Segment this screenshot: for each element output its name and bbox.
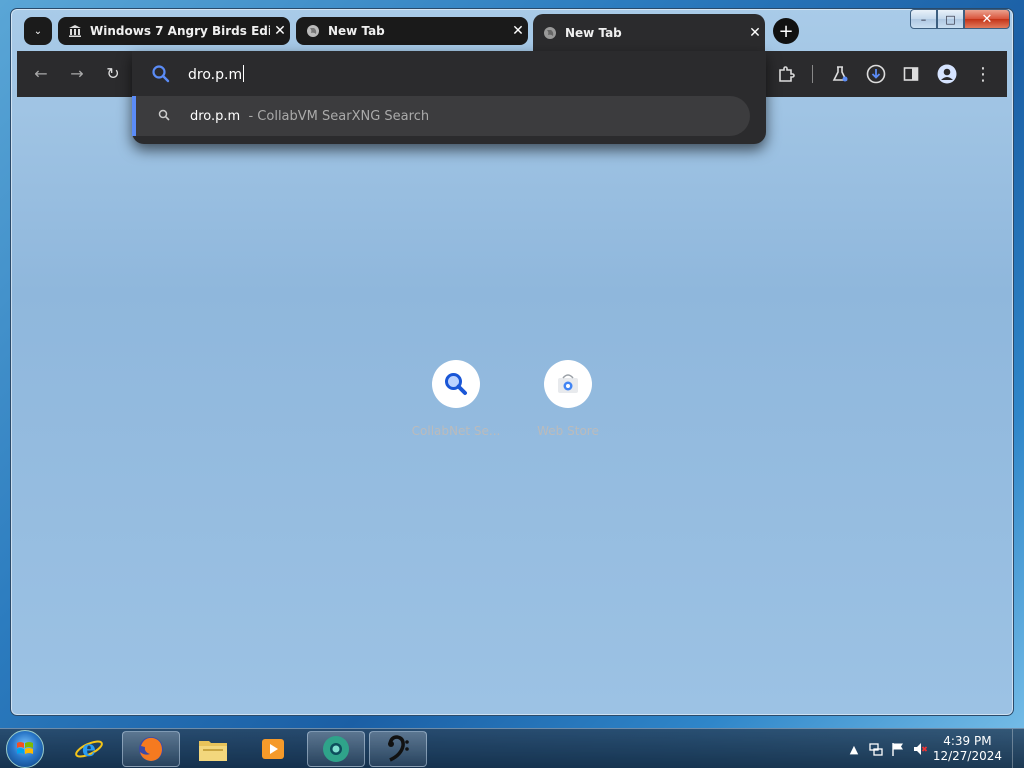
taskbar-firefox[interactable] [122,731,180,767]
tab-strip: ⌄ Windows 7 Angry Birds Edition ✕ New Ta… [17,12,1007,52]
firefox-icon [139,737,163,761]
tab-close-button[interactable]: ✕ [270,23,290,39]
profile-icon[interactable] [936,63,958,85]
windows-logo-icon [17,742,33,754]
labs-flask-icon[interactable] [829,63,851,85]
tab-title: New Tab [565,26,622,40]
omnibox-dropdown: dro.p.m dro.p.m - CollabVM SearXNG Searc… [132,51,766,144]
globe-icon [306,24,320,38]
toolbar-separator [812,65,813,83]
museum-icon [68,24,82,38]
clock-date: 12/27/2024 [932,749,1002,763]
shortcut-collabnet-search[interactable]: CollabNet Se... [406,360,506,438]
extensions-icon[interactable] [775,63,797,85]
address-input-value: dro.p.m [188,67,243,83]
download-icon[interactable] [865,63,887,85]
new-tab-button[interactable]: + [773,18,799,44]
back-button[interactable]: ← [31,64,51,83]
network-icon[interactable] [868,741,884,757]
tab-title: Windows 7 Angry Birds Edition [90,24,270,38]
svg-text:e: e [82,736,96,762]
suggestion-text: dro.p.m - CollabVM SearXNG Search [190,109,429,124]
tray-expand-icon[interactable]: ▲ [846,741,862,757]
tab-title: New Tab [328,24,385,38]
shortcut-icon-wrapper [544,360,592,408]
start-button[interactable] [6,730,44,768]
shortcut-label: Web Store [537,424,599,438]
chevron-down-icon: ⌄ [33,25,43,37]
chrome-icon [323,736,349,762]
reload-button[interactable]: ↻ [103,64,123,83]
suggestion-query: dro.p.m [190,108,241,124]
taskbar-internet-explorer[interactable]: e [60,731,118,767]
bass-clef-icon [388,735,409,762]
tab-close-button[interactable]: ✕ [508,23,528,39]
side-panel-icon[interactable] [900,63,922,85]
tab-new-tab-1[interactable]: New Tab ✕ [296,17,528,45]
plus-icon: + [778,20,794,42]
taskbar-clock[interactable]: 4:39 PM 12/27/2024 [933,734,1002,764]
taskbar-bass-clef-app[interactable] [369,731,427,767]
tab-close-button[interactable]: ✕ [745,25,765,41]
suggestion-provider: - CollabVM SearXNG Search [248,108,430,124]
file-explorer-icon [199,741,227,761]
shortcut-web-store[interactable]: Web Store [518,360,618,438]
system-tray: ▲ 4:39 PM 12/27/2024 [824,729,1024,768]
address-bar[interactable]: dro.p.m [132,51,766,97]
globe-icon [543,26,557,40]
search-icon [445,373,467,395]
show-desktop-button[interactable] [1012,729,1024,768]
text-caret [243,65,245,82]
taskbar-file-explorer[interactable] [184,731,242,767]
clock-time: 4:39 PM [943,734,992,748]
tab-new-tab-active[interactable]: New Tab ✕ [533,14,765,52]
taskbar-media-player[interactable] [244,731,302,767]
tab-search-button[interactable]: ⌄ [24,17,52,45]
volume-muted-icon[interactable] [912,741,928,757]
action-center-flag-icon[interactable] [890,741,906,757]
address-input[interactable]: dro.p.m [188,65,245,83]
media-player-icon [262,739,284,759]
search-icon [152,65,170,83]
taskbar: e ▲ 4:39 PM 12/27/2024 [0,728,1024,768]
omnibox-suggestion[interactable]: dro.p.m - CollabVM SearXNG Search [132,96,750,136]
tab-angry-birds[interactable]: Windows 7 Angry Birds Edition ✕ [58,17,290,45]
taskbar-chrome[interactable] [307,731,365,767]
webstore-icon [558,374,578,393]
forward-button[interactable]: → [67,64,87,83]
menu-icon[interactable]: ⋮ [972,63,994,85]
internet-explorer-icon: e [75,736,103,762]
search-icon [158,109,172,124]
shortcut-label: CollabNet Se... [411,424,501,438]
shortcut-icon-wrapper [432,360,480,408]
